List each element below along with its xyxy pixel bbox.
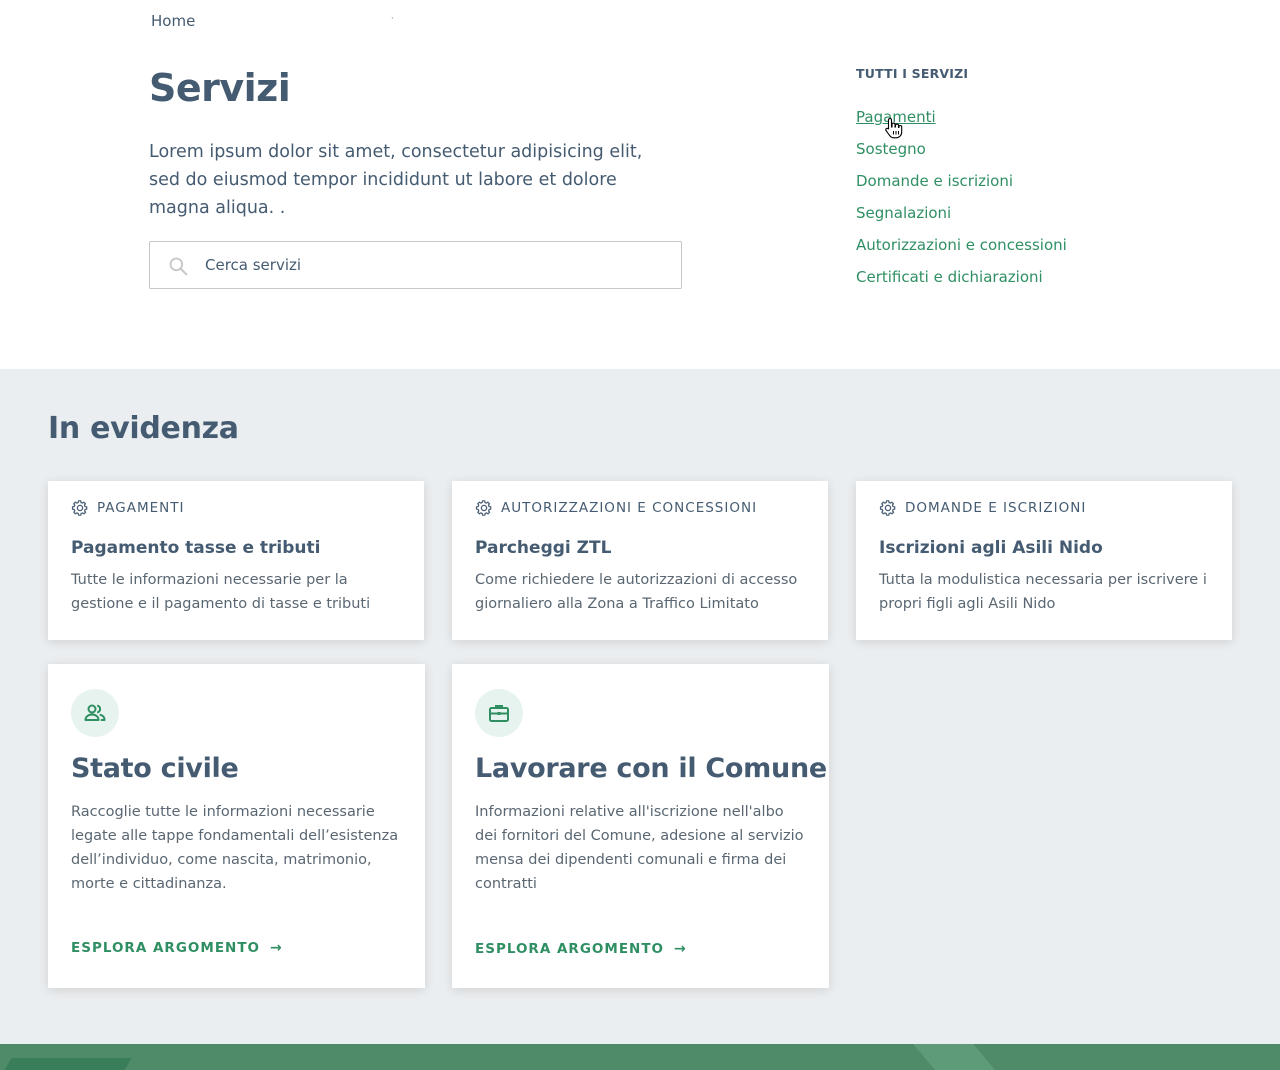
briefcase-icon: [489, 705, 509, 722]
breadcrumb-separator: ·: [391, 14, 394, 23]
topic-text: Informazioni relative all'iscrizione nel…: [475, 804, 804, 892]
service-card-parcheggi[interactable]: AUTORIZZAZIONI E CONCESSIONI Parcheggi Z…: [452, 481, 828, 640]
card-category-label: PAGAMENTI: [97, 500, 185, 516]
card-category-label: DOMANDE E ISCRIZIONI: [905, 500, 1087, 516]
gear-icon: [879, 500, 896, 516]
topic-icon-badge: [475, 689, 523, 737]
footer-band: [0, 1044, 1280, 1070]
search-input[interactable]: [205, 242, 665, 288]
hand-cursor-icon: [885, 117, 903, 139]
service-link-autorizzazioni[interactable]: Autorizzazioni e concessioni: [856, 236, 1067, 254]
topic-card-lavorare: Lavorare con il Comune Informazioni rela…: [452, 664, 829, 988]
topic-title[interactable]: Lavorare con il Comune: [475, 753, 827, 784]
arrow-right-icon: →: [674, 941, 687, 957]
service-link-certificati[interactable]: Certificati e dichiarazioni: [856, 268, 1043, 286]
explore-topic-label: ESPLORA ARGOMENTO: [71, 940, 261, 956]
card-text: Come richiedere le autorizzazioni di acc…: [475, 572, 798, 612]
card-title[interactable]: Parcheggi ZTL: [475, 538, 611, 558]
topic-icon-badge: [71, 689, 119, 737]
card-text: Tutta la modulistica necessaria per iscr…: [879, 572, 1207, 612]
card-category[interactable]: DOMANDE E ISCRIZIONI: [879, 499, 1086, 517]
card-category[interactable]: PAGAMENTI: [71, 499, 184, 517]
evidence-title: In evidenza: [48, 411, 239, 446]
search-box: [149, 241, 682, 289]
list-item: Sostegno: [856, 139, 1067, 171]
explore-topic-link[interactable]: ESPLORA ARGOMENTO →: [71, 940, 283, 956]
topic-text: Raccoglie tutte le informazioni necessar…: [71, 804, 399, 892]
page-title: Servizi: [149, 66, 291, 110]
list-item: Autorizzazioni e concessioni: [856, 235, 1067, 267]
gear-icon: [71, 500, 88, 516]
list-item: Domande e iscrizioni: [856, 171, 1067, 203]
people-icon: [84, 704, 106, 721]
explore-topic-link[interactable]: ESPLORA ARGOMENTO →: [475, 941, 687, 957]
list-item: Segnalazioni: [856, 203, 1067, 235]
topic-title[interactable]: Stato civile: [71, 753, 239, 784]
evidence-section: In evidenza PAGAMENTI Pagamento tasse e …: [0, 369, 1280, 1044]
card-title[interactable]: Pagamento tasse e tributi: [71, 538, 320, 558]
card-text: Tutte le informazioni necessarie per la …: [71, 572, 371, 612]
topic-card-stato-civile: Stato civile Raccoglie tutte le informaz…: [48, 664, 425, 988]
footer-decoration: [913, 1044, 1007, 1070]
card-title[interactable]: Iscrizioni agli Asili Nido: [879, 538, 1103, 558]
list-item: Certificati e dichiarazioni: [856, 267, 1067, 299]
service-card-asili[interactable]: DOMANDE E ISCRIZIONI Iscrizioni agli Asi…: [856, 481, 1232, 640]
service-link-domande[interactable]: Domande e iscrizioni: [856, 172, 1013, 190]
footer-decoration: [0, 1058, 132, 1070]
all-services-title: TUTTI I SERVIZI: [856, 66, 969, 81]
service-link-segnalazioni[interactable]: Segnalazioni: [856, 204, 951, 222]
breadcrumb-home-link[interactable]: Home: [151, 12, 195, 30]
card-category[interactable]: AUTORIZZAZIONI E CONCESSIONI: [475, 499, 757, 517]
page-lead: Lorem ipsum dolor sit amet, consectetur …: [149, 142, 643, 218]
service-card-pagamenti[interactable]: PAGAMENTI Pagamento tasse e tributi Tutt…: [48, 481, 424, 640]
arrow-right-icon: →: [270, 940, 283, 956]
explore-topic-label: ESPLORA ARGOMENTO: [475, 941, 665, 957]
search-icon: [169, 257, 188, 276]
card-category-label: AUTORIZZAZIONI E CONCESSIONI: [501, 500, 758, 516]
service-link-sostegno[interactable]: Sostegno: [856, 140, 926, 158]
gear-icon: [475, 500, 492, 516]
